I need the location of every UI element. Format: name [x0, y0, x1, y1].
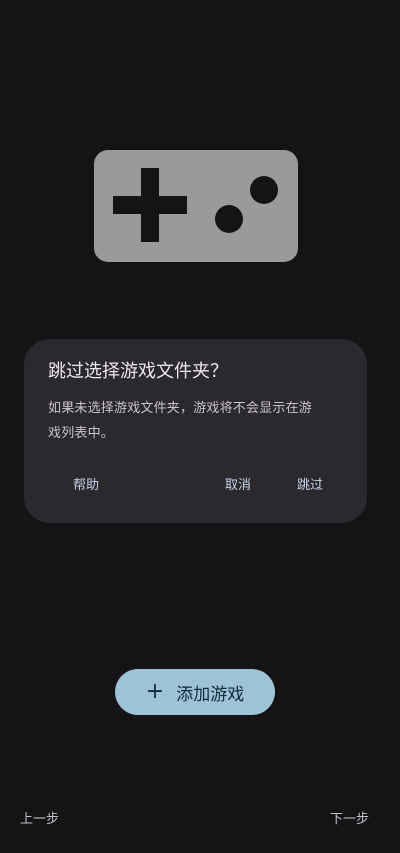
next-step-button[interactable]: 下一步: [330, 810, 369, 830]
skip-folder-dialog: 跳过选择游戏文件夹？ 如果未选择游戏文件夹，游戏将不会显示在游 戏列表中。 帮助…: [24, 339, 367, 523]
setup-screen: 跳过选择游戏文件夹？ 如果未选择游戏文件夹，游戏将不会显示在游 戏列表中。 帮助…: [0, 0, 400, 853]
dialog-actions: 帮助 取消 跳过: [24, 474, 367, 498]
add-game-button[interactable]: + 添加游戏: [115, 669, 275, 715]
dialog-message-line-2: 戏列表中。: [48, 426, 115, 441]
cancel-button[interactable]: 取消: [225, 474, 251, 498]
previous-step-button[interactable]: 上一步: [20, 810, 59, 830]
dialog-title: 跳过选择游戏文件夹？: [48, 361, 228, 382]
dialog-message: 如果未选择游戏文件夹，游戏将不会显示在游 戏列表中。: [48, 396, 345, 446]
add-game-label: 添加游戏: [176, 684, 245, 705]
gamepad-icon: [94, 150, 298, 262]
help-button[interactable]: 帮助: [73, 474, 99, 498]
skip-button[interactable]: 跳过: [297, 474, 323, 498]
dialog-message-line-1: 如果未选择游戏文件夹，游戏将不会显示在游: [48, 401, 313, 416]
plus-icon: +: [145, 679, 165, 704]
